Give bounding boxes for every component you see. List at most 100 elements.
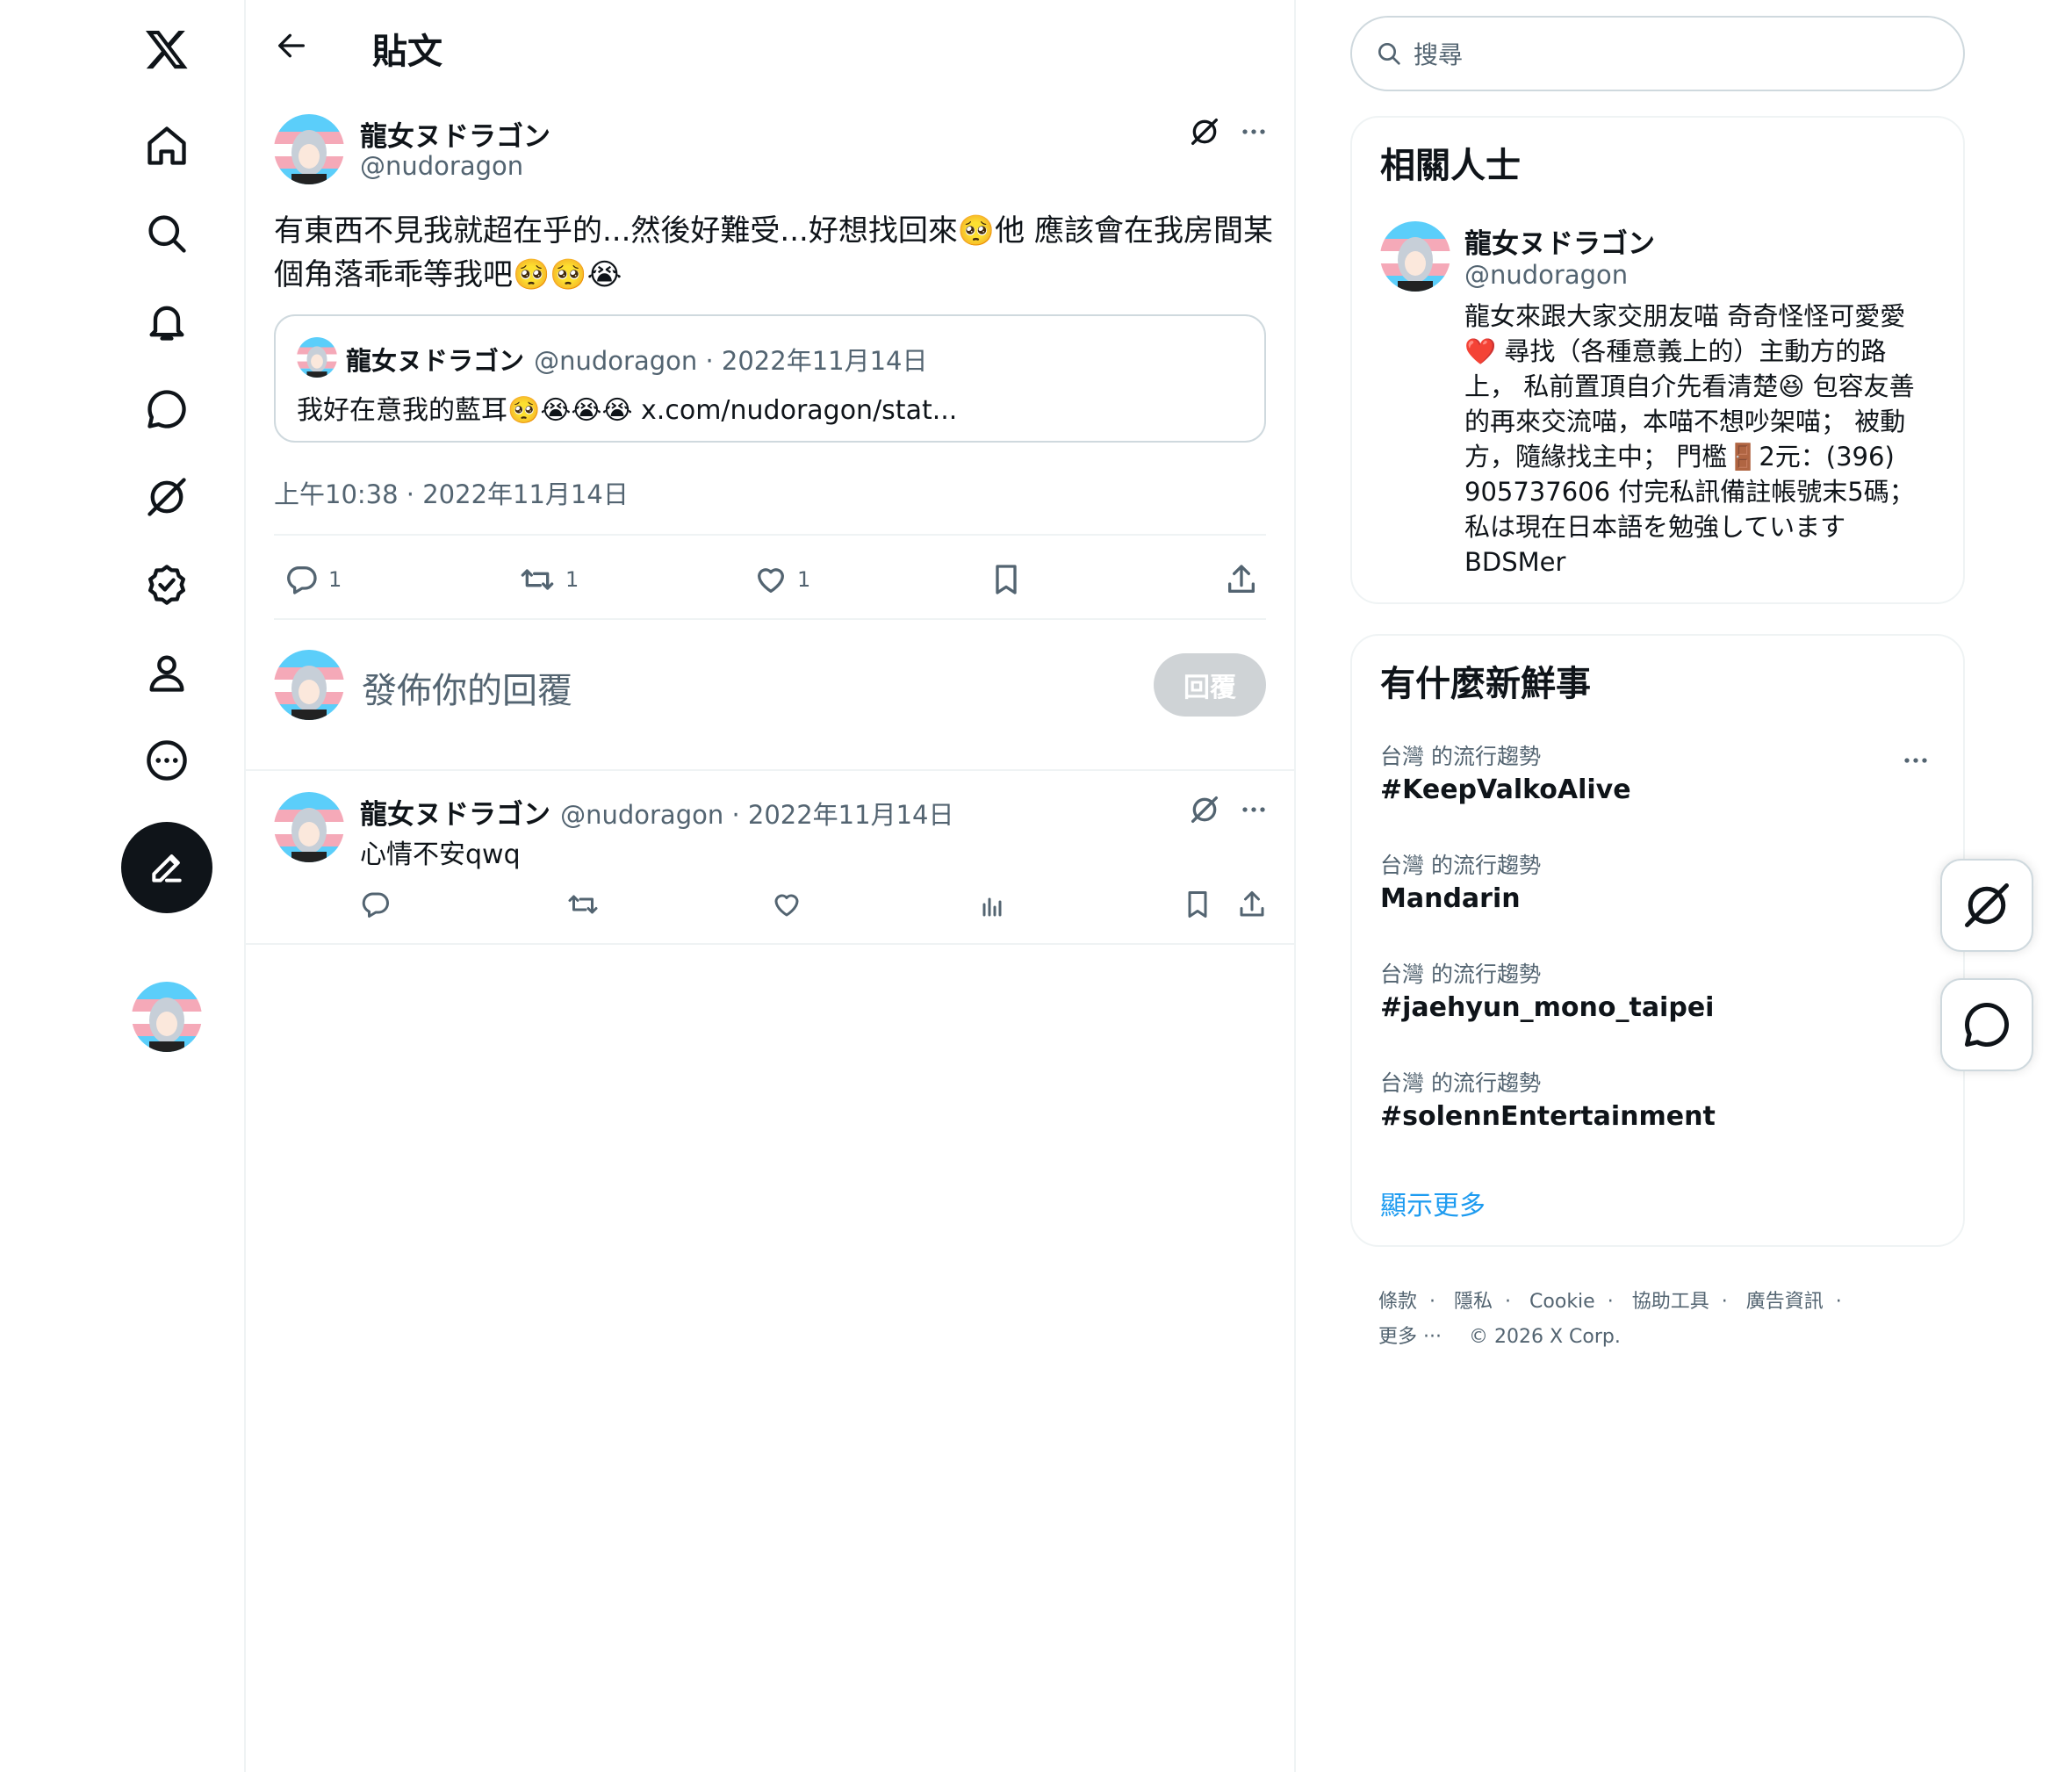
quoted-post[interactable]: 龍女ヌドラゴン @nudoragon · 2022年11月14日 我好在意我的藍… bbox=[274, 314, 1266, 443]
footer-link-ads[interactable]: 廣告資訊 bbox=[1746, 1291, 1824, 1313]
verified-icon[interactable] bbox=[132, 550, 202, 620]
divider bbox=[246, 943, 1294, 945]
related-bio: 龍女來跟大家交朋友喵 奇奇怪怪可愛愛 ❤️ 尋找（各種意義上的）主動方的路 上，… bbox=[1464, 299, 1915, 580]
reply-share-button[interactable] bbox=[1236, 889, 1268, 920]
grok-post-button[interactable] bbox=[1187, 114, 1222, 149]
bio-line: 上， 私前置頂自介先看清楚😆 包容友善 bbox=[1464, 371, 1915, 401]
footer-links: 條款 · 隱私 · Cookie · 協助工具 · 廣告資訊 · bbox=[1378, 1291, 1842, 1313]
main-column: 貼文 龍女ヌドラゴン @nudoragon 有東西不見我就超在乎的...然後好難… bbox=[244, 0, 1296, 1772]
bio-line: 私は現在日本語を勉強しています bbox=[1464, 512, 1846, 542]
home-icon[interactable] bbox=[132, 111, 202, 181]
post-text-line: 個角落乖乖等我吧🥺🥺😭 bbox=[274, 257, 622, 292]
reply-author-avatar[interactable] bbox=[274, 792, 344, 862]
share-icon bbox=[1228, 565, 1255, 593]
notifications-bell-icon[interactable] bbox=[132, 286, 202, 357]
bio-line: 方，隨緣找主中； 門檻🚪2元：(396) bbox=[1464, 442, 1895, 472]
retweet-icon bbox=[521, 569, 554, 590]
reply-author-name[interactable]: 龍女ヌドラゴン bbox=[360, 799, 550, 831]
reply-meta[interactable]: @nudoragon · 2022年11月14日 bbox=[560, 800, 953, 830]
retweet-icon bbox=[568, 895, 598, 914]
search-icon[interactable] bbox=[132, 198, 202, 269]
messages-icon[interactable] bbox=[132, 374, 202, 444]
trends-card: 有什麼新鮮事 台灣 的流行趨勢 #KeepValkoAlive 台灣 的流行趨勢… bbox=[1350, 634, 1965, 1247]
reply-like-button[interactable] bbox=[771, 889, 802, 920]
messages-icon bbox=[1965, 1003, 2010, 1047]
grok-floating-button[interactable] bbox=[1940, 859, 2033, 952]
reply-retweet-button[interactable] bbox=[565, 889, 601, 920]
more-icon[interactable] bbox=[132, 725, 202, 796]
more-dots-icon bbox=[1904, 758, 1927, 763]
heart-icon bbox=[758, 568, 784, 593]
reply-button[interactable]: 回覆 bbox=[1154, 653, 1266, 717]
x-logo-icon[interactable] bbox=[132, 14, 202, 84]
bio-line: BDSMer bbox=[1464, 547, 1566, 577]
search-box[interactable]: 搜尋 bbox=[1350, 16, 1965, 91]
footer-link-privacy[interactable]: 隱私 bbox=[1454, 1291, 1493, 1313]
search-input[interactable]: 搜尋 bbox=[1414, 36, 1463, 71]
reply-icon bbox=[287, 565, 317, 594]
related-avatar[interactable] bbox=[1380, 221, 1450, 292]
grok-icon bbox=[1965, 883, 2009, 927]
like-action[interactable]: 1 bbox=[753, 562, 810, 597]
reply-input[interactable]: 發佈你的回覆 bbox=[362, 662, 572, 713]
quoted-text: 我好在意我的藍耳🥺😭😭😭 x.com/nudoragon/stat... bbox=[297, 395, 958, 426]
retweet-count: 1 bbox=[565, 567, 579, 592]
grok-reply-button[interactable] bbox=[1187, 792, 1222, 827]
page-title: 貼文 bbox=[372, 32, 442, 72]
footer-copyright: © 2026 X Corp. bbox=[1468, 1326, 1621, 1348]
post-author-avatar[interactable] bbox=[274, 114, 344, 184]
reply-more-button[interactable] bbox=[1236, 792, 1271, 827]
trend-category: 台灣 的流行趨勢 bbox=[1380, 1070, 1541, 1096]
show-more-link[interactable]: 顯示更多 bbox=[1380, 1184, 1486, 1222]
bookmark-action[interactable] bbox=[989, 562, 1024, 597]
account-avatar[interactable] bbox=[132, 982, 202, 1052]
back-button[interactable] bbox=[274, 28, 309, 63]
trend-name: #jaehyun_mono_taipei bbox=[1380, 992, 1715, 1023]
bio-line: 905737606 付完私訊備註帳號末5碼； bbox=[1464, 477, 1915, 507]
messages-floating-button[interactable] bbox=[1940, 978, 2033, 1071]
bio-line: 的再來交流喵，本喵不想吵架喵； 被動 bbox=[1464, 407, 1906, 436]
post-author-handle[interactable]: @nudoragon bbox=[360, 151, 523, 181]
trend-name: #solennEntertainment bbox=[1380, 1101, 1716, 1132]
related-name[interactable]: 龍女ヌドラゴン bbox=[1464, 221, 1655, 261]
trend-more-button[interactable] bbox=[1898, 743, 1933, 778]
reply-action[interactable]: 1 bbox=[284, 562, 342, 597]
analytics-icon bbox=[982, 897, 1002, 917]
footer-link-terms[interactable]: 條款 bbox=[1378, 1291, 1417, 1313]
heart-icon bbox=[774, 894, 799, 917]
retweet-action[interactable]: 1 bbox=[518, 562, 579, 597]
reply-reply-button[interactable] bbox=[360, 889, 392, 920]
post-text-line: 有東西不見我就超在乎的...然後好難受...好想找回來🥺他 應該會在我房間某 bbox=[274, 213, 1273, 249]
related-title: 相關人士 bbox=[1380, 146, 1521, 186]
reply-views-button[interactable] bbox=[976, 889, 1008, 920]
trend-name: Mandarin bbox=[1380, 883, 1521, 914]
bookmark-icon bbox=[996, 565, 1017, 594]
footer-link-accessibility[interactable]: 協助工具 bbox=[1632, 1291, 1709, 1313]
related-people-card: 相關人士 龍女ヌドラゴン @nudoragon 龍女來跟大家交朋友喵 奇奇怪怪可… bbox=[1350, 116, 1965, 604]
trend-category: 台灣 的流行趨勢 bbox=[1380, 744, 1541, 769]
profile-icon[interactable] bbox=[132, 637, 202, 708]
quoted-meta: @nudoragon · 2022年11月14日 bbox=[534, 346, 928, 376]
back-arrow-icon bbox=[278, 33, 305, 58]
footer-link-cookie[interactable]: Cookie bbox=[1529, 1291, 1595, 1313]
trend-category: 台灣 的流行趨勢 bbox=[1380, 853, 1541, 878]
share-icon bbox=[1240, 891, 1264, 917]
compose-post-button[interactable] bbox=[121, 822, 212, 913]
post-author-name[interactable]: 龍女ヌドラゴン bbox=[360, 114, 550, 154]
divider bbox=[246, 769, 1294, 771]
divider bbox=[274, 618, 1266, 620]
footer-more-link[interactable]: 更多 ··· bbox=[1378, 1326, 1442, 1348]
quoted-author-name: 龍女ヌドラゴン bbox=[346, 346, 525, 376]
post-timestamp[interactable]: 上午10:38 · 2022年11月14日 bbox=[274, 474, 629, 511]
search-icon bbox=[1378, 43, 1400, 65]
reply-count: 1 bbox=[328, 567, 342, 592]
bio-line: 龍女來跟大家交朋友喵 奇奇怪怪可愛愛 bbox=[1464, 301, 1906, 331]
share-action[interactable] bbox=[1224, 562, 1259, 597]
related-handle[interactable]: @nudoragon bbox=[1464, 260, 1628, 290]
post-more-button[interactable] bbox=[1236, 114, 1271, 149]
post-text: 有東西不見我就超在乎的...然後好難受...好想找回來🥺他 應該會在我房間某 個… bbox=[274, 209, 1275, 297]
grok-icon bbox=[1191, 119, 1218, 145]
grok-icon[interactable] bbox=[132, 462, 202, 532]
reply-bookmark-button[interactable] bbox=[1182, 889, 1213, 920]
grok-icon bbox=[1191, 796, 1218, 823]
